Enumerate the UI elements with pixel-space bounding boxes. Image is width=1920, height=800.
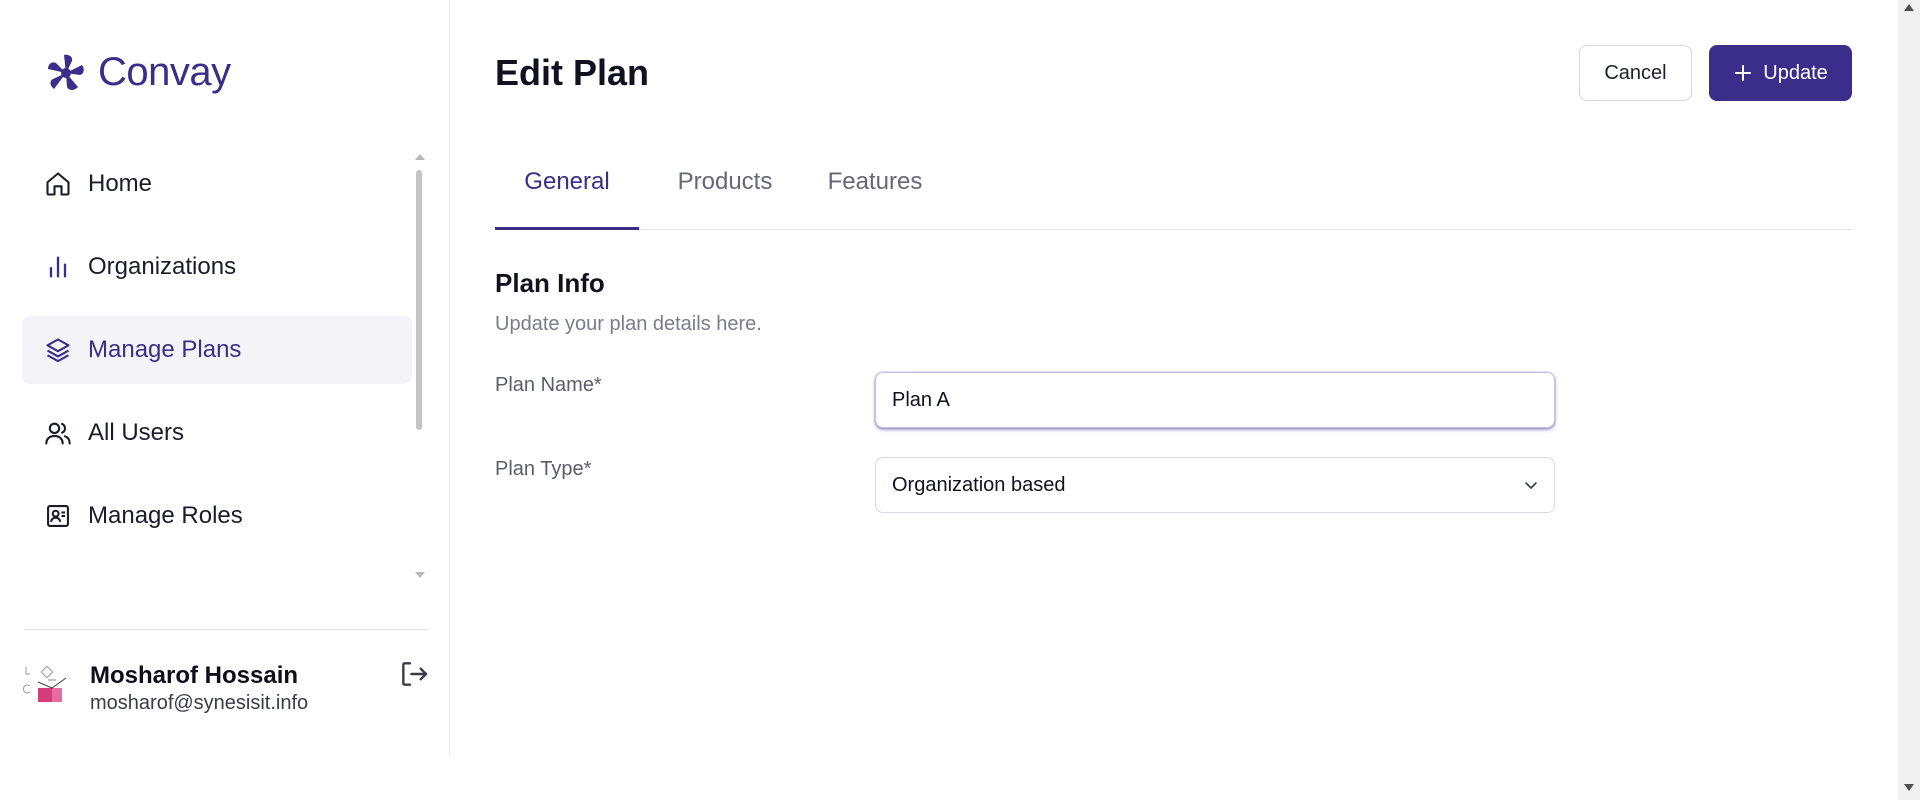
plan-name-input[interactable]: Plan A [875, 372, 1555, 428]
page-title: Edit Plan [495, 52, 650, 93]
plan-type-label: Plan Type* [495, 458, 592, 480]
user-card-icon [44, 502, 72, 530]
tab-bar: General Products Features [495, 160, 1852, 230]
update-button[interactable]: Update [1709, 45, 1852, 101]
sidebar: Convay Home Organizations Manage Plans A… [0, 0, 450, 755]
user-name: Mosharof Hossain [90, 662, 299, 689]
scroll-up-icon[interactable] [1904, 4, 1914, 11]
divider [24, 629, 428, 630]
scroll-thumb[interactable] [416, 170, 422, 430]
tab-general[interactable]: General [495, 160, 639, 230]
sidebar-item-manage-roles[interactable]: Manage Roles [22, 482, 412, 550]
scroll-up-icon[interactable] [415, 154, 425, 160]
sidebar-nav: Home Organizations Manage Plans All User… [22, 150, 412, 565]
plan-type-value: Organization based [892, 473, 1066, 496]
sidebar-scrollbar[interactable] [413, 152, 425, 582]
layers-icon [44, 336, 72, 364]
plan-name-value: Plan A [892, 388, 950, 411]
chevron-down-icon [1525, 482, 1537, 489]
plan-name-label: Plan Name* [495, 374, 602, 396]
sidebar-item-organizations[interactable]: Organizations [22, 233, 412, 301]
users-icon [44, 419, 72, 447]
plan-type-select[interactable]: Organization based [875, 457, 1555, 513]
sidebar-item-label: Home [88, 170, 153, 197]
sidebar-item-label: Manage Plans [88, 336, 242, 363]
user-email: mosharof@synesisit.info [90, 692, 309, 714]
bar-chart-icon [44, 253, 72, 281]
avatar[interactable] [22, 664, 78, 716]
plus-icon [1735, 65, 1752, 81]
brand-name: Convay [98, 50, 231, 94]
cancel-button[interactable]: Cancel [1579, 45, 1692, 101]
convay-logo-icon [48, 54, 84, 90]
sidebar-item-label: Organizations [88, 253, 237, 280]
scroll-down-icon[interactable] [1904, 784, 1914, 791]
window-scrollbar[interactable] [1898, 0, 1920, 800]
tab-features[interactable]: Features [805, 160, 945, 230]
main-content: Edit Plan Cancel Update General Products… [451, 0, 1891, 800]
sidebar-item-all-users[interactable]: All Users [22, 399, 412, 467]
update-button-label: Update [1763, 61, 1828, 84]
logout-icon[interactable] [398, 658, 430, 690]
section-description: Update your plan details here. [495, 313, 762, 335]
section-title: Plan Info [495, 268, 605, 298]
sidebar-item-manage-plans[interactable]: Manage Plans [22, 316, 412, 384]
home-icon [44, 170, 72, 198]
sidebar-item-label: All Users [88, 419, 185, 446]
user-profile: Mosharof Hossain mosharof@synesisit.info [22, 658, 432, 718]
sidebar-item-label: Manage Roles [88, 502, 243, 529]
scroll-down-icon[interactable] [415, 572, 425, 578]
tab-products[interactable]: Products [655, 160, 795, 230]
brand-logo[interactable]: Convay [44, 50, 231, 95]
sidebar-item-home[interactable]: Home [22, 150, 412, 218]
